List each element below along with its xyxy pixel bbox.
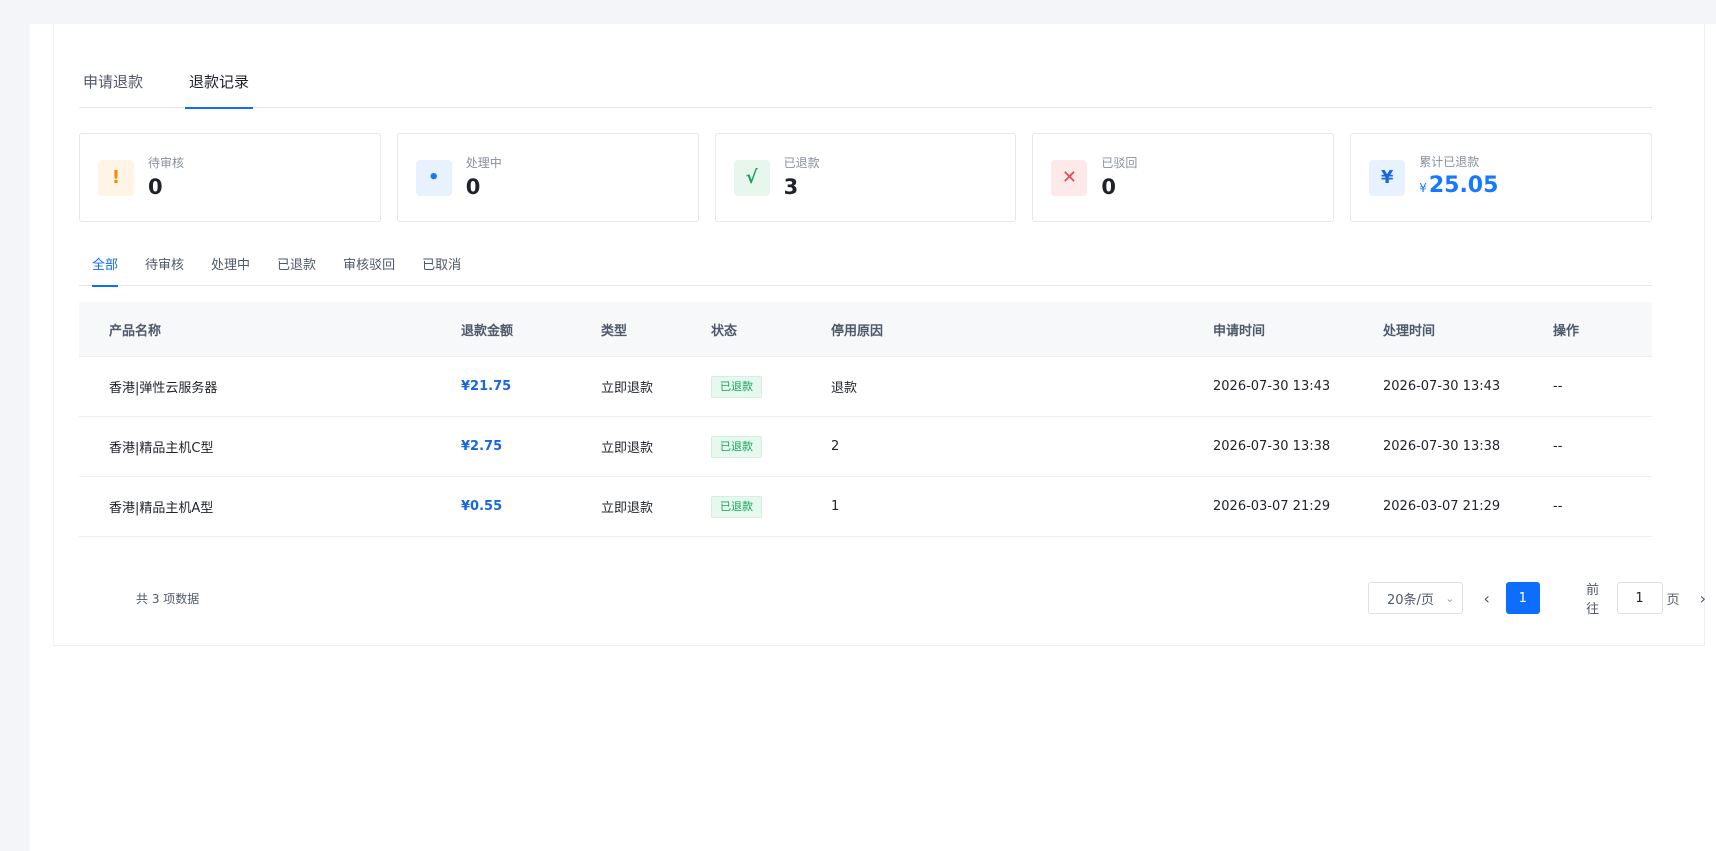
stat-card-processing: • 处理中 0	[396, 133, 699, 222]
refund-table: 产品名称 退款金额 类型 状态 停用原因 申请时间 处理时间 操作 香港|弹性云…	[79, 302, 1652, 537]
header-product-name: 产品名称	[109, 323, 162, 339]
header-status: 状态	[711, 323, 738, 339]
filter-tab-rejected[interactable]: 审核驳回	[343, 257, 395, 286]
status-cell: 已退款	[711, 435, 831, 458]
process-time: 2026-03-07 21:29	[1383, 499, 1501, 514]
apply-time: 2026-07-30 13:43	[1213, 379, 1331, 394]
operation: --	[1553, 499, 1563, 514]
status-cell: 已退款	[711, 495, 831, 518]
filter-tab-all[interactable]: 全部	[92, 257, 119, 287]
product-name: 香港|精品主机A型	[109, 501, 214, 516]
goto-label: 前往	[1586, 583, 1600, 617]
header-type: 类型	[601, 323, 628, 339]
stat-value: 3	[783, 174, 799, 199]
header-reason: 停用原因	[831, 323, 884, 339]
stat-card-rejected: ✕ 已驳回 0	[1032, 133, 1335, 222]
refund-amount: ¥21.75	[461, 379, 512, 394]
pagination: 20条/页 ⌄ ‹ 1 前往 页 ›	[1368, 581, 1714, 617]
chevron-right-icon[interactable]: ›	[1692, 589, 1714, 608]
filter-tab-refunded[interactable]: 已退款	[277, 257, 316, 286]
dot-icon: •	[415, 159, 452, 196]
stat-label: 待审核	[148, 155, 185, 170]
currency-symbol: ¥	[1419, 180, 1427, 195]
chevron-down-icon: ⌄	[1445, 591, 1455, 605]
page-background: 申请退款 退款记录 ! 待审核 0 • 处理中 0 √ 已退款 3 ✕ 已驳回 …	[30, 24, 1716, 851]
page-unit-label: 页	[1666, 592, 1680, 608]
goto-page-input[interactable]	[1616, 582, 1663, 614]
header-process-time: 处理时间	[1383, 323, 1436, 339]
stat-label: 处理中	[465, 155, 502, 170]
total-amount: 25.05	[1428, 172, 1499, 198]
stat-value: 0	[148, 174, 163, 199]
filter-tab-pending[interactable]: 待审核	[145, 257, 184, 286]
operation: --	[1553, 379, 1563, 394]
stop-reason: 退款	[831, 381, 858, 396]
stat-value-total: ¥25.05	[1419, 172, 1498, 202]
yen-icon: ¥	[1369, 159, 1406, 196]
tab-apply-refund[interactable]: 申请退款	[79, 70, 147, 108]
process-time: 2026-07-30 13:38	[1383, 439, 1501, 454]
product-name: 香港|弹性云服务器	[109, 381, 218, 396]
refund-type: 立即退款	[601, 381, 654, 396]
page-size-value: 20条/页	[1387, 592, 1434, 608]
top-tabs: 申请退款 退款记录	[79, 70, 1652, 109]
table-header: 产品名称 退款金额 类型 状态 停用原因 申请时间 处理时间 操作	[79, 302, 1652, 357]
exclamation-icon: !	[98, 159, 134, 196]
table-row: 香港|精品主机A型 ¥0.55 立即退款 已退款 1 2026-03-07 21…	[79, 477, 1652, 537]
operation: --	[1553, 439, 1563, 454]
stat-card-pending: ! 待审核 0	[79, 133, 381, 222]
check-icon: √	[733, 159, 770, 196]
stat-cards: ! 待审核 0 • 处理中 0 √ 已退款 3 ✕ 已驳回 0 ¥ 累计已退款 …	[79, 133, 1652, 222]
stop-reason: 2	[831, 439, 840, 454]
chevron-left-icon[interactable]: ‹	[1475, 589, 1497, 608]
refund-type: 立即退款	[601, 501, 654, 516]
stat-label: 已驳回	[1101, 155, 1138, 170]
status-badge: 已退款	[711, 375, 762, 398]
page-size-select[interactable]: 20条/页 ⌄	[1368, 582, 1464, 614]
process-time: 2026-07-30 13:43	[1383, 379, 1501, 394]
stat-value: 0	[465, 174, 481, 199]
total-count: 共 3 项数据	[136, 592, 200, 606]
header-apply-time: 申请时间	[1213, 323, 1266, 339]
apply-time: 2026-07-30 13:38	[1213, 439, 1331, 454]
filter-tab-cancelled[interactable]: 已取消	[422, 257, 461, 286]
refund-type: 立即退款	[601, 441, 654, 456]
header-refund-amount: 退款金额	[461, 323, 514, 339]
refund-amount: ¥2.75	[461, 439, 503, 454]
table-row: 香港|弹性云服务器 ¥21.75 立即退款 已退款 退款 2026-07-30 …	[79, 357, 1652, 417]
stat-label: 累计已退款	[1419, 154, 1480, 169]
status-badge: 已退款	[711, 495, 762, 518]
stat-card-refunded: √ 已退款 3	[714, 133, 1017, 222]
status-cell: 已退款	[711, 375, 831, 398]
stop-reason: 1	[831, 499, 840, 514]
filter-tab-processing[interactable]: 处理中	[211, 257, 250, 286]
stat-label: 已退款	[783, 155, 820, 170]
table-row: 香港|精品主机C型 ¥2.75 立即退款 已退款 2 2026-07-30 13…	[79, 417, 1652, 477]
tab-refund-records[interactable]: 退款记录	[185, 70, 254, 109]
refund-card: 申请退款 退款记录 ! 待审核 0 • 处理中 0 √ 已退款 3 ✕ 已驳回 …	[53, 24, 1706, 646]
header-operation: 操作	[1553, 323, 1580, 339]
status-filter-tabs: 全部 待审核 处理中 已退款 审核驳回 已取消	[79, 257, 1652, 287]
refund-amount: ¥0.55	[461, 499, 503, 514]
stat-card-total-refunded: ¥ 累计已退款 ¥25.05	[1350, 133, 1652, 222]
product-name: 香港|精品主机C型	[109, 441, 214, 456]
stat-value: 0	[1101, 174, 1117, 199]
status-badge: 已退款	[711, 435, 762, 458]
page-number-current[interactable]: 1	[1505, 582, 1540, 614]
apply-time: 2026-03-07 21:29	[1213, 499, 1331, 514]
close-icon: ✕	[1051, 159, 1088, 196]
